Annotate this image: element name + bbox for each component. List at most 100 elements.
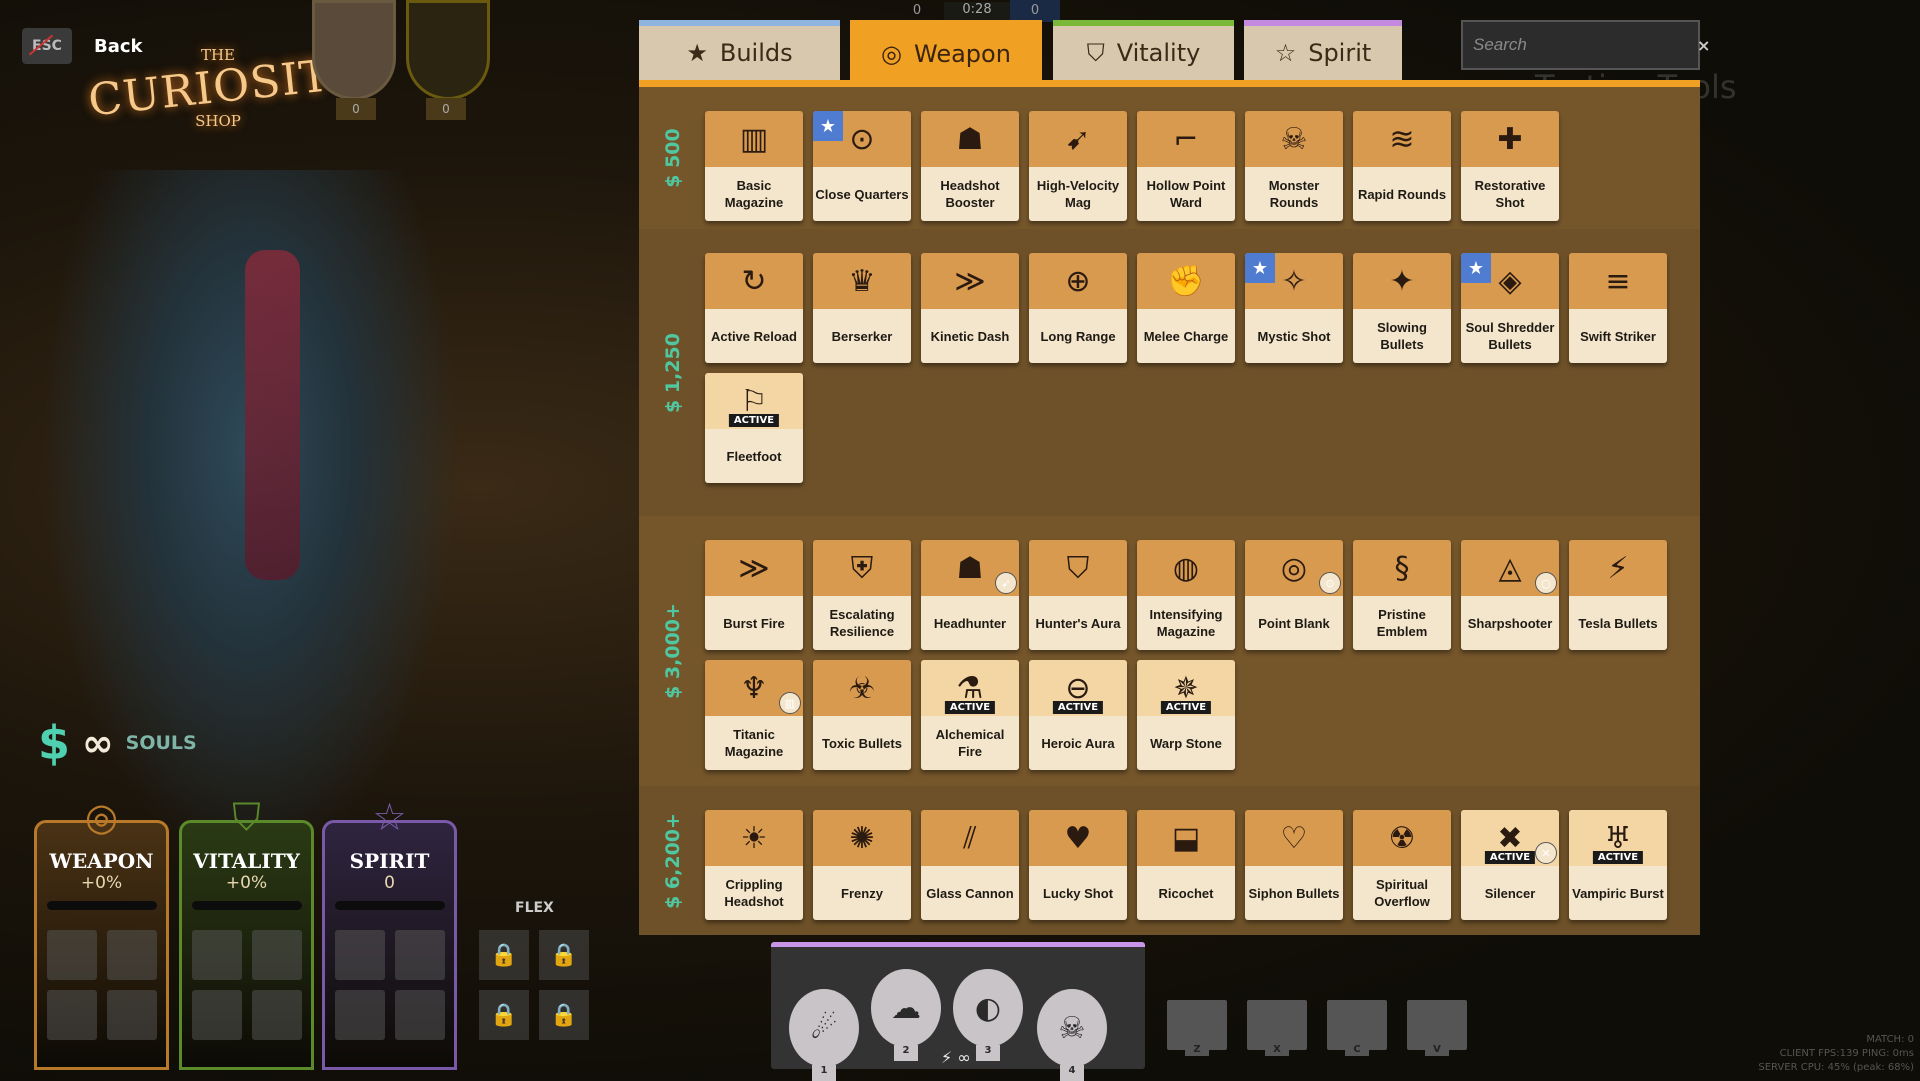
clear-search-icon[interactable]: × — [1697, 36, 1710, 55]
stat-progress-bar — [334, 901, 445, 910]
item-card-vampiric-burst[interactable]: ♅ ACTIVE Vampiric Burst — [1569, 810, 1667, 920]
item-card-lucky-shot[interactable]: ♥ Lucky Shot — [1029, 810, 1127, 920]
locked-flex-slot[interactable]: 🔒 — [539, 990, 589, 1040]
item-card-burst-fire[interactable]: ≫ Burst Fire — [705, 540, 803, 650]
empty-item-slot[interactable] — [394, 930, 445, 980]
item-card-escalating-resilience[interactable]: ⛨ Escalating Resilience — [813, 540, 911, 650]
item-name: Mystic Shot — [1245, 309, 1343, 363]
item-name: Rapid Rounds — [1353, 167, 1451, 221]
empty-item-slot[interactable] — [334, 990, 385, 1040]
item-card-swift-striker[interactable]: ≡ Swift Striker — [1569, 253, 1667, 363]
empty-item-slot[interactable] — [191, 990, 242, 1040]
spirit-icon: ☆ — [372, 795, 407, 839]
empty-item-slot[interactable] — [251, 930, 302, 980]
item-card-headshot-booster[interactable]: ☗ Headshot Booster — [921, 111, 1019, 221]
item-card-alchemical-fire[interactable]: ⚗ ACTIVE Alchemical Fire — [921, 660, 1019, 770]
item-card-crippling-headshot[interactable]: ☀ Crippling Headshot — [705, 810, 803, 920]
item-card-soul-shredder-bullets[interactable]: ◈ ★ Soul Shredder Bullets — [1461, 253, 1559, 363]
item-card-heroic-aura[interactable]: ⊖ ACTIVE Heroic Aura — [1029, 660, 1127, 770]
item-card-warp-stone[interactable]: ✵ ACTIVE Warp Stone — [1137, 660, 1235, 770]
tab-spirit[interactable]: ☆ Spirit — [1244, 20, 1402, 80]
esc-key-icon: ESC — [22, 28, 72, 64]
tab-builds[interactable]: ★ Builds — [639, 20, 840, 80]
ability-3[interactable]: ◐ 3 — [953, 969, 1023, 1061]
empty-item-slot[interactable] — [251, 990, 302, 1040]
favorite-star-icon[interactable]: ★ — [1245, 253, 1275, 283]
item-card-active-reload[interactable]: ↻ Active Reload — [705, 253, 803, 363]
item-card-spiritual-overflow[interactable]: ☢ Spiritual Overflow — [1353, 810, 1451, 920]
item-card-ricochet[interactable]: ⬓ Ricochet — [1137, 810, 1235, 920]
locked-flex-slot[interactable]: 🔒 — [479, 990, 529, 1040]
item-name: Melee Charge — [1137, 309, 1235, 363]
item-card-high-velocity-mag[interactable]: ➹ High-Velocity Mag — [1029, 111, 1127, 221]
item-name: High-Velocity Mag — [1029, 167, 1127, 221]
ability-2[interactable]: ☁ 2 — [871, 969, 941, 1061]
tab-vitality[interactable]: ⛉ Vitality — [1053, 20, 1234, 80]
item-card-sharpshooter[interactable]: ◬ ○ Sharpshooter — [1461, 540, 1559, 650]
ability-points-indicator: ⚡ ∞ — [941, 1048, 971, 1067]
active-item-slot-c[interactable]: C — [1327, 1000, 1387, 1056]
item-card-close-quarters[interactable]: ⊙ ★ Close Quarters — [813, 111, 911, 221]
item-card-titanic-magazine[interactable]: ♆ ▥ Titanic Magazine — [705, 660, 803, 770]
active-item-slot-v[interactable]: V — [1407, 1000, 1467, 1056]
item-card-mystic-shot[interactable]: ✧ ★ Mystic Shot — [1245, 253, 1343, 363]
locked-flex-slot[interactable]: 🔒 — [479, 930, 529, 980]
item-card-slowing-bullets[interactable]: ✦ Slowing Bullets — [1353, 253, 1451, 363]
item-card-rapid-rounds[interactable]: ≋ Rapid Rounds — [1353, 111, 1451, 221]
component-item-icon: ○ — [1535, 572, 1557, 594]
item-card-toxic-bullets[interactable]: ☣ Toxic Bullets — [813, 660, 911, 770]
souls-label: SOULS — [125, 732, 197, 754]
empty-item-slot[interactable] — [106, 930, 157, 980]
item-slots — [37, 930, 166, 1040]
tab-weapon[interactable]: ◎ Weapon — [850, 20, 1042, 82]
item-card-headhunter[interactable]: ☗ ➹ Headhunter — [921, 540, 1019, 650]
search-input[interactable] — [1473, 35, 1697, 55]
active-item-slot-x[interactable]: X — [1247, 1000, 1307, 1056]
item-card-point-blank[interactable]: ◎ ⊙ Point Blank — [1245, 540, 1343, 650]
empty-item-slot[interactable] — [394, 990, 445, 1040]
item-card-basic-magazine[interactable]: ▥ Basic Magazine — [705, 111, 803, 221]
active-badge: ACTIVE — [1592, 851, 1644, 864]
item-name: Titanic Magazine — [705, 716, 803, 770]
item-card-pristine-emblem[interactable]: § Pristine Emblem — [1353, 540, 1451, 650]
empty-item-slot[interactable] — [191, 930, 242, 980]
item-card-intensifying-magazine[interactable]: ◍ Intensifying Magazine — [1137, 540, 1235, 650]
item-card-restorative-shot[interactable]: ✚ Restorative Shot — [1461, 111, 1559, 221]
cost-tier-label: $ 6,200+ — [653, 786, 693, 935]
item-name: Hollow Point Ward — [1137, 167, 1235, 221]
empty-item-slot[interactable] — [46, 990, 97, 1040]
item-card-tesla-bullets[interactable]: ⚡ Tesla Bullets — [1569, 540, 1667, 650]
item-card-long-range[interactable]: ⊕ Long Range — [1029, 253, 1127, 363]
empty-item-slot[interactable] — [334, 930, 385, 980]
item-card-siphon-bullets[interactable]: ♡ Siphon Bullets — [1245, 810, 1343, 920]
item-name: Crippling Headshot — [705, 866, 803, 920]
item-card-melee-charge[interactable]: ✊ Melee Charge — [1137, 253, 1235, 363]
search-box[interactable]: × — [1461, 20, 1710, 70]
ability-key: 4 — [1060, 1065, 1084, 1081]
cost-value: $ 500 — [662, 128, 684, 188]
item-name: Heroic Aura — [1029, 716, 1127, 770]
cost-tier-section: $ 3,000+ ≫ Burst Fire ⛨ Escalating Resilienc… — [639, 516, 1700, 786]
item-name: Close Quarters — [813, 167, 911, 221]
favorite-star-icon[interactable]: ★ — [1461, 253, 1491, 283]
item-card-hollow-point-ward[interactable]: ⌐ Hollow Point Ward — [1137, 111, 1235, 221]
spirit-tab-icon: ☆ — [1274, 39, 1297, 67]
empty-item-slot[interactable] — [106, 990, 157, 1040]
item-card-frenzy[interactable]: ✺ Frenzy — [813, 810, 911, 920]
item-card-monster-rounds[interactable]: ☠ Monster Rounds — [1245, 111, 1343, 221]
item-card-berserker[interactable]: ♛ Berserker — [813, 253, 911, 363]
item-card-hunter-s-aura[interactable]: ⛉ Hunter's Aura — [1029, 540, 1127, 650]
item-icon: ♡ — [1245, 810, 1343, 866]
ability-1[interactable]: ☄ 1 — [789, 989, 859, 1081]
empty-item-slot[interactable] — [46, 930, 97, 980]
item-card-glass-cannon[interactable]: ⫽ Glass Cannon — [921, 810, 1019, 920]
item-card-fleetfoot[interactable]: ⚐ ACTIVE Fleetfoot — [705, 373, 803, 483]
favorite-star-icon[interactable]: ★ — [813, 111, 843, 141]
active-item-slot-z[interactable]: Z — [1167, 1000, 1227, 1056]
ability-4[interactable]: ☠ 4 — [1037, 989, 1107, 1081]
item-name: Escalating Resilience — [813, 596, 911, 650]
item-card-kinetic-dash[interactable]: ≫ Kinetic Dash — [921, 253, 1019, 363]
item-card-silencer[interactable]: ✖ ACTIVE ✕ Silencer — [1461, 810, 1559, 920]
locked-flex-slot[interactable]: 🔒 — [539, 930, 589, 980]
item-name: Glass Cannon — [921, 866, 1019, 920]
